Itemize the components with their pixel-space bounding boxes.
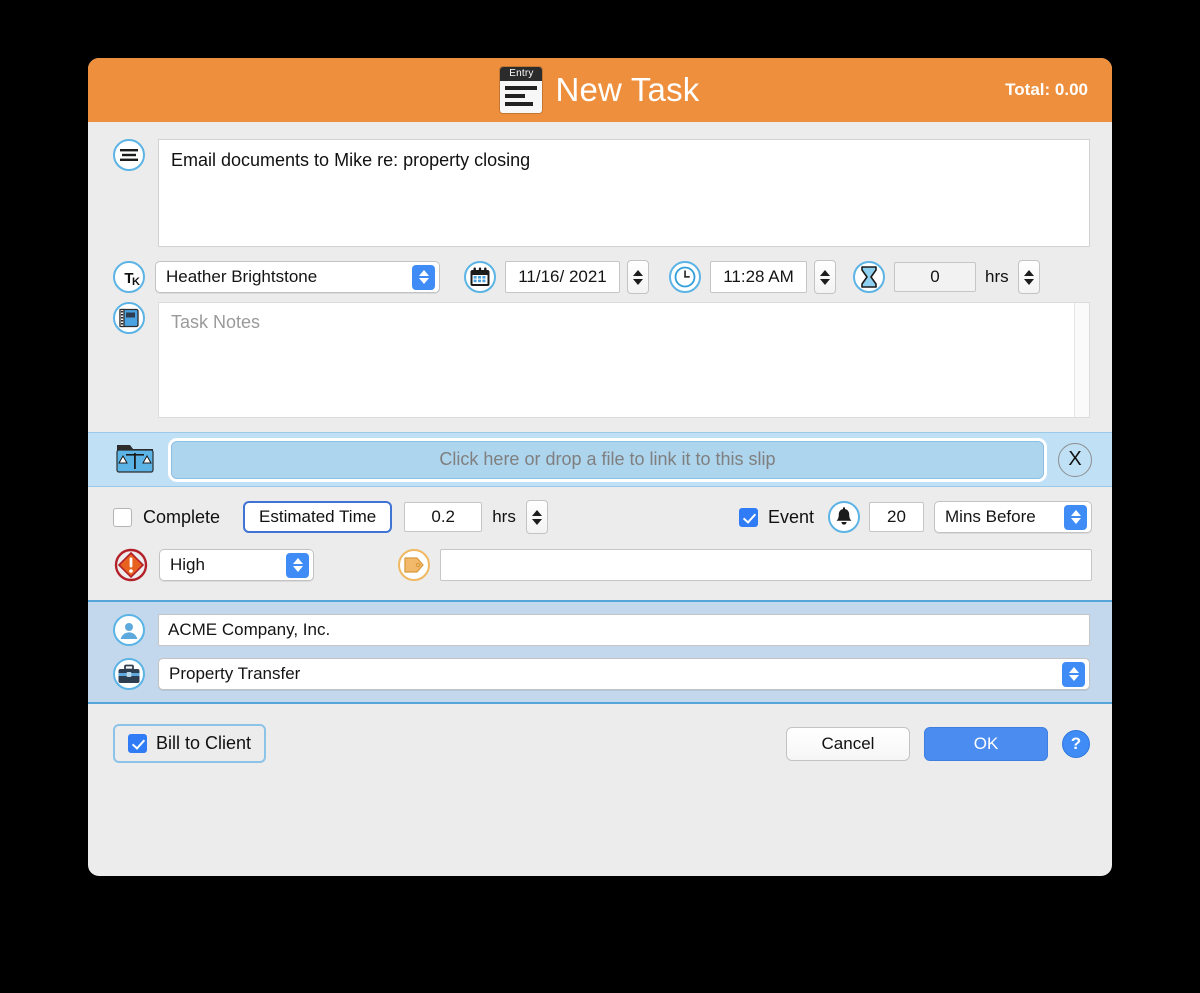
help-button[interactable]: ? [1062,729,1090,758]
estimated-time-unit-label: hrs [492,507,516,526]
new-task-dialog: Entry New Task Total: 0.00 Email documen… [88,58,1112,876]
notes-field-wrapper: Task Notes [158,302,1090,418]
date-input[interactable]: 11/16/ 2021 [505,261,620,293]
description-row: Email documents to Mike re: property clo… [88,122,1112,247]
hours-unit-label: hrs [985,267,1009,286]
meta-row: T K Heather Brightstone 11/16/ 2021 11:2… [88,247,1112,294]
options-row-complete: Complete Estimated Time 0.2 hrs Event 20… [88,487,1112,534]
notes-scrollbar[interactable] [1074,303,1089,417]
person-icon [113,614,145,646]
matter-row: Property Transfer [113,658,1090,690]
matter-chevron-icon[interactable] [1062,661,1085,687]
clear-file-button[interactable]: X [1058,442,1092,477]
total-amount: Total: 0.00 [1005,80,1088,99]
description-input[interactable]: Email documents to Mike re: property clo… [158,139,1090,247]
timekeeper-select[interactable]: Heather Brightstone [155,261,440,293]
priority-chevron-icon[interactable] [286,552,309,578]
bill-to-client-label: Bill to Client [156,733,252,753]
tag-input[interactable] [440,549,1092,581]
file-link-band: Click here or drop a file to link it to … [88,432,1112,487]
estimated-time-stepper[interactable] [525,500,548,534]
reminder-value-input[interactable]: 20 [869,502,924,532]
ok-button[interactable]: OK [924,726,1048,761]
svg-text:K: K [132,276,140,288]
event-label: Event [767,506,814,527]
matter-select[interactable]: Property Transfer [158,658,1090,690]
client-row: ACME Company, Inc. [113,614,1090,646]
notes-row: Task Notes [88,294,1112,432]
hourglass-icon [853,261,885,293]
tag-icon [398,549,430,581]
bill-to-client-checkbox[interactable] [128,734,147,753]
priority-value: High [170,555,205,574]
time-input[interactable]: 11:28 AM [710,261,807,293]
complete-checkbox[interactable] [113,507,132,527]
reminder-unit-chevron-icon[interactable] [1064,504,1087,530]
entry-icon: Entry [500,67,543,113]
description-lines-icon [113,139,145,171]
matter-value: Property Transfer [169,664,301,683]
dialog-titlebar: Entry New Task Total: 0.00 [88,58,1112,122]
clock-icon [669,261,701,293]
date-stepper[interactable] [627,260,649,294]
entry-icon-lines [500,81,543,113]
notes-input[interactable]: Task Notes [159,303,1074,417]
entry-icon-caption: Entry [500,67,543,81]
bill-to-client-group[interactable]: Bill to Client [113,724,267,763]
file-dropzone[interactable]: Click here or drop a file to link it to … [171,440,1044,479]
folder-scales-icon [113,439,157,480]
estimated-time-input[interactable]: 0.2 [404,502,483,532]
bell-icon [828,501,860,533]
dialog-footer: Bill to Client Cancel OK ? [88,704,1112,763]
event-checkbox[interactable] [738,507,758,527]
briefcase-icon [113,658,145,690]
priority-alert-icon [113,547,149,583]
estimated-time-button[interactable]: Estimated Time [243,501,393,533]
timekeeper-tk-icon: T K [113,261,145,293]
complete-label: Complete [143,506,221,527]
notebook-icon [113,302,145,334]
timekeeper-value: Heather Brightstone [166,267,318,286]
cancel-button[interactable]: Cancel [786,726,910,761]
time-stepper[interactable] [814,260,836,294]
client-matter-section: ACME Company, Inc. Property Transfer [88,600,1112,704]
hours-input[interactable]: 0 [894,262,976,292]
page-title: New Task [555,71,700,108]
reminder-unit-value: Mins Before [945,507,1036,526]
hours-stepper[interactable] [1017,260,1040,294]
reminder-unit-select[interactable]: Mins Before [934,501,1092,533]
priority-select[interactable]: High [159,549,314,581]
options-row-priority: High [88,534,1112,600]
client-input[interactable]: ACME Company, Inc. [158,614,1090,646]
title-group: Entry New Task [500,67,699,113]
timekeeper-chevron-icon[interactable] [412,264,435,290]
calendar-icon [464,261,496,293]
